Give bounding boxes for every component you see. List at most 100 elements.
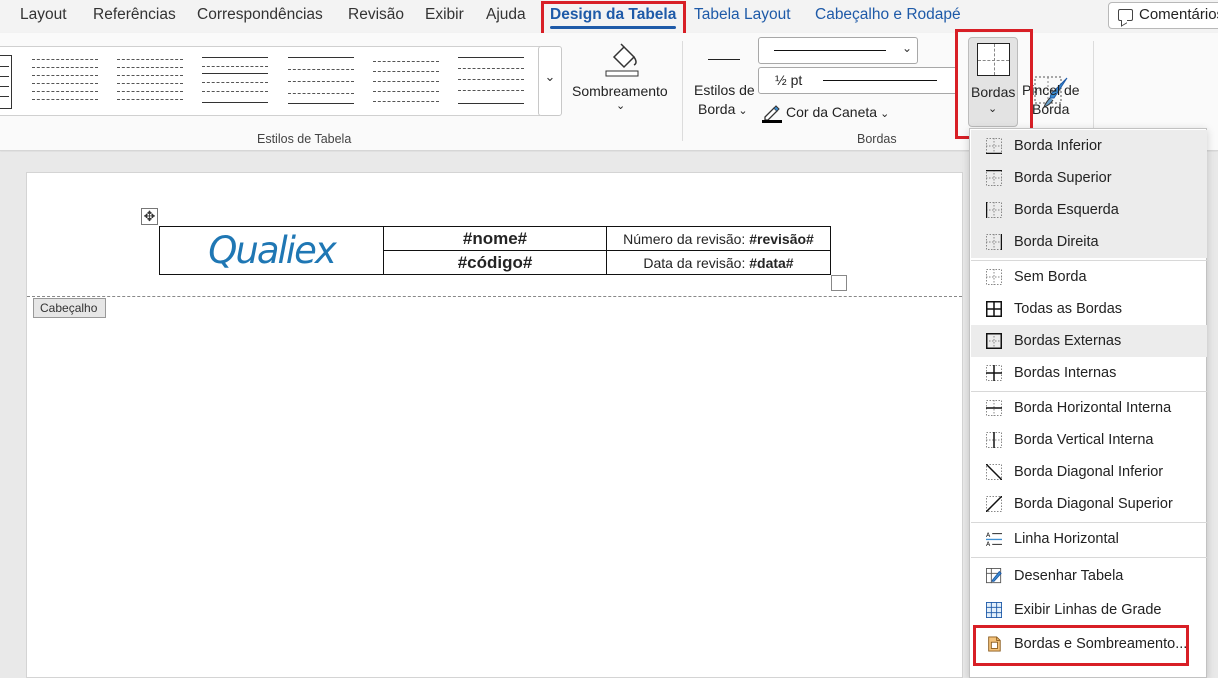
menu-item-draw-table[interactable]: Desenhar Tabela <box>971 560 1207 592</box>
menu-item-label: Borda Horizontal Interna <box>1014 400 1172 416</box>
menu-item-all-borders[interactable]: Todas as Bordas <box>971 293 1207 325</box>
tab-layout[interactable]: Layout <box>20 6 67 24</box>
shading-button[interactable]: Sombreamento <box>572 83 668 99</box>
tab-header-footer[interactable]: Cabeçalho e Rodapé <box>815 6 961 24</box>
diagonal-up-border-icon <box>986 496 1002 512</box>
border-bottom-icon <box>986 138 1002 154</box>
menu-item-label: Desenhar Tabela <box>1014 568 1124 584</box>
logo-cell[interactable]: Qualiex <box>159 226 384 275</box>
menu-item-bottom-border[interactable]: Borda Inferior <box>971 130 1207 162</box>
header-table[interactable]: Qualiex #nome# Número da revisão: #revis… <box>159 226 831 275</box>
table-move-handle-icon[interactable]: ✥ <box>141 208 158 225</box>
menu-item-label: Borda Inferior <box>1014 138 1102 154</box>
table-style-thumb[interactable] <box>458 57 524 107</box>
border-top-icon <box>986 170 1002 186</box>
inside-borders-icon <box>986 365 1002 381</box>
line-weight-select[interactable]: ½ pt <box>758 67 958 94</box>
horizontal-line-icon: AA <box>986 532 1002 547</box>
table-style-thumb[interactable] <box>373 57 439 107</box>
menu-item-label: Borda Superior <box>1014 170 1112 186</box>
table-styles-more-button[interactable]: ⌄ <box>538 46 562 116</box>
border-right-icon <box>986 234 1002 250</box>
inside-vertical-border-icon <box>986 432 1002 448</box>
menu-item-inside-borders[interactable]: Bordas Internas <box>971 357 1207 389</box>
header-boundary-line <box>27 296 962 297</box>
menu-item-inside-vertical-border[interactable]: Borda Vertical Interna <box>971 424 1207 456</box>
view-gridlines-icon <box>986 602 1002 618</box>
tab-references[interactable]: Referências <box>93 6 176 24</box>
menu-item-label: Borda Diagonal Superior <box>1014 496 1173 512</box>
menu-item-view-gridlines[interactable]: Exibir Linhas de Grade <box>971 594 1207 626</box>
menu-item-label: Exibir Linhas de Grade <box>1014 602 1162 618</box>
menu-item-diagonal-down-border[interactable]: Borda Diagonal Inferior <box>971 456 1207 488</box>
table-resize-handle[interactable] <box>831 275 847 291</box>
menu-item-label: Bordas Externas <box>1014 333 1122 349</box>
menu-item-label: Bordas Internas <box>1014 365 1117 381</box>
qualiex-logo: Qualiex <box>208 229 336 272</box>
line-style-select[interactable]: ⌄ <box>758 37 918 64</box>
menu-item-top-border[interactable]: Borda Superior <box>971 162 1207 194</box>
header-tag: Cabeçalho <box>33 298 106 318</box>
paint-bucket-icon <box>605 43 639 77</box>
highlight-borders-button <box>955 29 1033 139</box>
tab-help[interactable]: Ajuda <box>486 6 526 24</box>
menu-item-label: Sem Borda <box>1014 269 1087 285</box>
highlight-borders-and-shading <box>973 625 1189 666</box>
comment-icon <box>1118 9 1133 21</box>
svg-text:A: A <box>986 532 991 539</box>
revision-date-value: #data# <box>749 254 794 271</box>
diagonal-down-border-icon <box>986 464 1002 480</box>
comments-button[interactable]: Comentários <box>1108 2 1218 29</box>
line-weight-value: ½ pt <box>775 72 803 88</box>
chevron-down-icon: ⌄ <box>544 69 556 84</box>
menu-item-no-border[interactable]: Sem Borda <box>971 261 1207 293</box>
menu-item-label: Borda Esquerda <box>1014 202 1119 218</box>
table-styles-gallery <box>0 46 540 116</box>
chevron-down-icon: ⌄ <box>901 41 912 55</box>
pen-color-icon <box>762 105 782 123</box>
svg-text:A: A <box>986 541 991 547</box>
menu-item-label: Linha Horizontal <box>1014 531 1119 547</box>
menu-item-left-border[interactable]: Borda Esquerda <box>971 194 1207 226</box>
revision-date-cell[interactable]: Data da revisão: #data# <box>606 250 831 275</box>
border-styles-button[interactable]: Borda ⌄ <box>698 101 748 117</box>
menu-item-inside-horizontal-border[interactable]: Borda Horizontal Interna <box>971 392 1207 424</box>
revision-number-cell[interactable]: Número da revisão: #revisão# <box>606 226 831 251</box>
no-border-icon <box>986 269 1002 285</box>
revision-date-label: Data da revisão: <box>643 254 750 271</box>
menu-item-right-border[interactable]: Borda Direita <box>971 226 1207 258</box>
menu-item-label: Borda Diagonal Inferior <box>1014 464 1164 480</box>
border-style-preview <box>708 59 740 60</box>
tab-view[interactable]: Exibir <box>425 6 464 24</box>
menu-item-diagonal-up-border[interactable]: Borda Diagonal Superior <box>971 488 1207 520</box>
comments-label: Comentários <box>1139 6 1218 23</box>
chevron-down-icon[interactable]: ⌄ <box>616 99 625 112</box>
group-label-table-styles: Estilos de Tabela <box>257 132 352 146</box>
all-borders-icon <box>986 301 1002 317</box>
table-style-thumb[interactable] <box>117 57 183 107</box>
menu-item-outside-borders[interactable]: Bordas Externas <box>971 325 1207 357</box>
code-cell[interactable]: #código# <box>383 250 607 275</box>
tab-review[interactable]: Revisão <box>348 6 404 24</box>
name-cell[interactable]: #nome# <box>383 226 607 251</box>
table-style-thumb[interactable] <box>288 57 354 107</box>
revision-number-value: #revisão# <box>749 230 814 247</box>
group-label-borders: Bordas <box>857 132 897 146</box>
menu-item-horizontal-line[interactable]: AA Linha Horizontal <box>971 523 1207 555</box>
menu-item-label: Borda Direita <box>1014 234 1099 250</box>
inside-horizontal-border-icon <box>986 400 1002 416</box>
draw-table-icon <box>986 568 1002 584</box>
borders-dropdown-menu: Borda Inferior Borda Superior Borda Esqu… <box>969 128 1207 678</box>
pen-color-button[interactable]: Cor da Caneta ⌄ <box>786 104 889 120</box>
table-style-thumb[interactable] <box>0 55 12 109</box>
border-styles-label[interactable]: Estilos de <box>694 82 755 98</box>
border-left-icon <box>986 202 1002 218</box>
tab-table-layout[interactable]: Tabela Layout <box>694 6 791 24</box>
table-style-thumb[interactable] <box>32 57 98 107</box>
menu-item-label: Todas as Bordas <box>1014 301 1123 317</box>
tab-mailings[interactable]: Correspondências <box>197 6 323 24</box>
border-painter-label-2[interactable]: Borda <box>1032 101 1069 117</box>
table-style-thumb[interactable] <box>202 57 268 107</box>
menu-item-label: Borda Vertical Interna <box>1014 432 1154 448</box>
outside-borders-icon <box>986 333 1002 349</box>
